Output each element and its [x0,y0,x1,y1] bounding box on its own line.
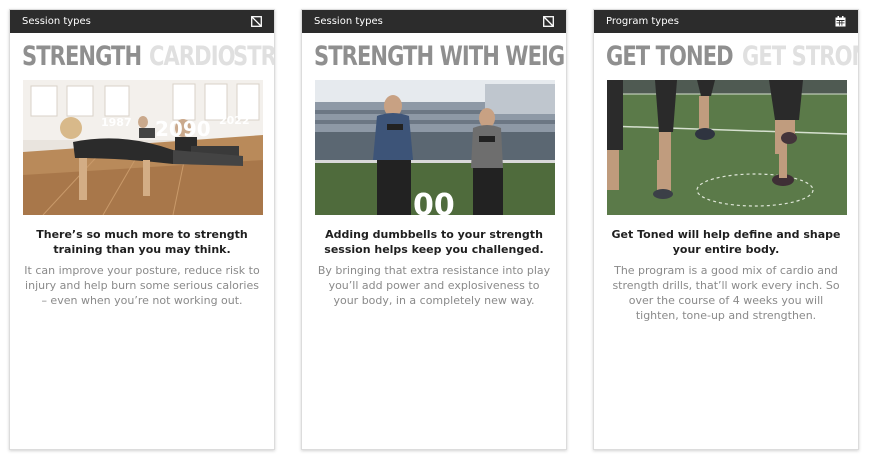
carousel-word[interactable]: STRENGTH [233,41,274,72]
image-overlay-number: 00 [413,188,455,215]
carousel-word[interactable]: GET STRONG [742,41,858,72]
session-card-strength[interactable]: Session types STRENGTH CARDIO STRENGTH [9,9,275,450]
card-heading: Adding dumbbells to your strength sessio… [324,228,544,256]
card-header: Session types [302,10,566,33]
type-carousel[interactable]: STRENGTH CARDIO STRENGTH [10,33,274,79]
carousel-word-active[interactable]: STRENGTH [22,41,142,72]
type-carousel[interactable]: STRENGTH WITH WEIGHTS [302,33,566,79]
carousel-word[interactable]: CARDIO [149,41,236,72]
card-header-title: Session types [22,16,91,27]
crossed-square-icon[interactable] [542,16,554,28]
crossed-square-icon[interactable] [250,16,262,28]
card-header: Session types [10,10,274,33]
card-heading: There’s so much more to strength trainin… [36,228,248,256]
card-header-title: Program types [606,16,679,27]
card-body: By bringing that extra resistance into p… [317,264,551,307]
card-body: It can improve your posture, reduce risk… [24,264,260,307]
card-image: 00 [315,80,555,215]
carousel-word-active[interactable]: STRENGTH WITH WEIGHTS [314,41,566,72]
card-image: 1987 2090 2022 [23,80,263,215]
image-overlay-number: 1987 [101,116,132,129]
card-heading: Get Toned will help define and shape you… [611,228,841,256]
program-card-get-toned[interactable]: Program types GET TONED GET STRONG G [593,9,859,450]
card-header: Program types [594,10,858,33]
image-overlay-number: 2090 [155,117,211,141]
type-carousel[interactable]: GET TONED GET STRONG G [594,33,858,79]
session-card-strength-weights[interactable]: Session types STRENGTH WITH WEIGHTS 00 [301,9,567,450]
carousel-word-active[interactable]: GET TONED [606,41,734,72]
card-image [607,80,847,215]
card-body: The program is a good mix of cardio and … [612,264,840,322]
image-overlay-number: 2022 [219,114,250,127]
calendar-icon[interactable] [834,16,846,28]
card-header-title: Session types [314,16,383,27]
